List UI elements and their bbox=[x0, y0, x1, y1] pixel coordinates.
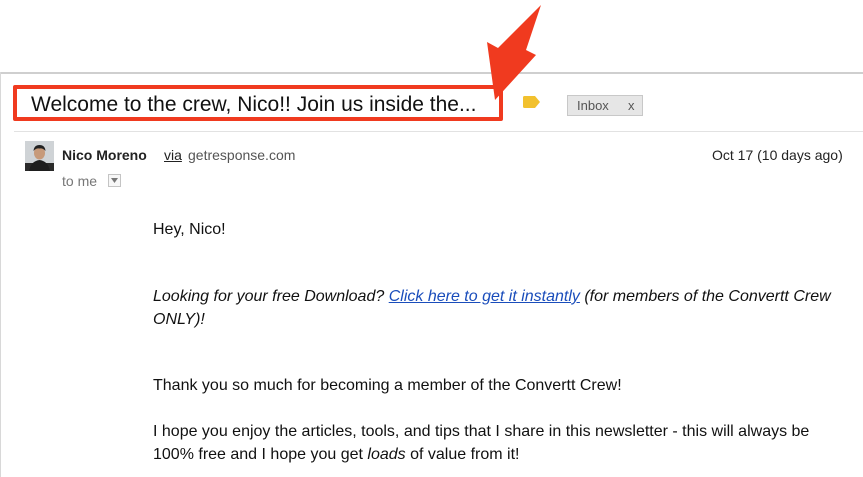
recipient-details-dropdown[interactable] bbox=[108, 174, 121, 187]
header-divider bbox=[14, 131, 863, 132]
hope-text-end: of value from it! bbox=[405, 446, 520, 463]
inbox-label: Inbox bbox=[577, 98, 609, 113]
hope-emphasis: loads bbox=[367, 446, 406, 463]
sender-via-link[interactable]: via bbox=[164, 147, 182, 163]
download-offer-paragraph: Looking for your free Download? Click he… bbox=[153, 285, 843, 331]
thanks-paragraph: Thank you so much for becoming a member … bbox=[153, 377, 622, 394]
download-link[interactable]: Click here to get it instantly bbox=[389, 288, 580, 305]
chevron-down-icon bbox=[111, 178, 118, 183]
sender-domain: getresponse.com bbox=[188, 147, 296, 163]
recipient-text: to me bbox=[62, 173, 98, 189]
email-greeting: Hey, Nico! bbox=[153, 221, 226, 238]
email-subject: Welcome to the crew, Nico!! Join us insi… bbox=[31, 93, 477, 116]
remove-label-button[interactable]: x bbox=[628, 96, 635, 115]
avatar-image bbox=[25, 141, 54, 171]
subject-row: Welcome to the crew, Nico!! Join us insi… bbox=[0, 74, 863, 130]
inbox-label-chip: Inbox x bbox=[567, 95, 643, 116]
label-tag-icon[interactable] bbox=[523, 96, 540, 108]
newsletter-paragraph: I hope you enjoy the articles, tools, an… bbox=[153, 420, 853, 466]
thread-left-border bbox=[0, 72, 1, 477]
sender-name[interactable]: Nico Moreno bbox=[62, 147, 147, 163]
offer-text-start: Looking for your free Download? bbox=[153, 288, 389, 305]
avatar[interactable] bbox=[25, 141, 54, 171]
subject-highlight-box: Welcome to the crew, Nico!! Join us insi… bbox=[13, 85, 503, 121]
email-date: Oct 17 (10 days ago) bbox=[712, 147, 843, 163]
